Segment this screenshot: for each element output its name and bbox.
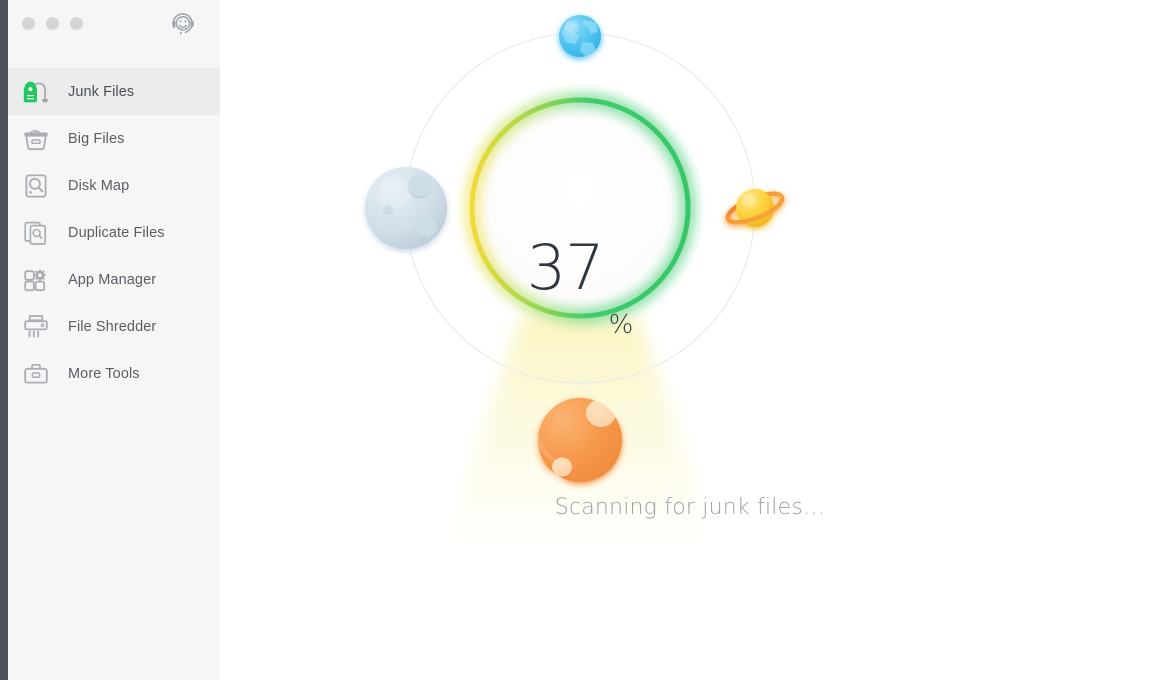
sidebar-item-label: Disk Map bbox=[68, 177, 130, 194]
sidebar-nav: Junk Files Big Files Disk Map Duplicate … bbox=[8, 68, 220, 397]
sidebar-item-app-manager[interactable]: App Manager bbox=[8, 256, 220, 303]
saturn-planet bbox=[725, 189, 785, 227]
sidebar-item-label: Junk Files bbox=[68, 83, 135, 100]
sidebar-item-junk-files[interactable]: Junk Files bbox=[8, 68, 220, 115]
sidebar-item-label: File Shredder bbox=[68, 318, 157, 335]
zoom-button[interactable] bbox=[70, 17, 83, 30]
scan-visualization: 37 % Scanning for junk files… bbox=[220, 0, 1160, 560]
minimize-button[interactable] bbox=[46, 17, 59, 30]
app-window: Junk Files Big Files Disk Map Duplicate … bbox=[0, 0, 1160, 680]
scan-status-text: Scanning for junk files… bbox=[554, 495, 826, 520]
toolbox-icon bbox=[20, 358, 52, 390]
sidebar-item-label: Big Files bbox=[68, 130, 125, 147]
traffic-lights bbox=[22, 17, 83, 30]
sidebar-item-label: More Tools bbox=[68, 365, 140, 382]
sidebar-item-more-tools[interactable]: More Tools bbox=[8, 350, 220, 397]
main-content: 37 % Scanning for junk files… bbox=[220, 0, 1160, 680]
titlebar bbox=[8, 0, 220, 68]
progress-ring bbox=[469, 97, 691, 319]
disk-magnifier-icon bbox=[20, 170, 52, 202]
window-edge-strip bbox=[0, 0, 8, 680]
vacuum-cleaner-icon bbox=[20, 76, 52, 108]
sidebar-item-label: App Manager bbox=[68, 271, 157, 288]
sidebar-item-file-shredder[interactable]: File Shredder bbox=[8, 303, 220, 350]
shredder-icon bbox=[20, 311, 52, 343]
earth-planet bbox=[559, 15, 601, 57]
support-button[interactable] bbox=[167, 8, 199, 40]
sidebar-item-duplicate-files[interactable]: Duplicate Files bbox=[8, 209, 220, 256]
sidebar-item-label: Duplicate Files bbox=[68, 224, 165, 241]
sidebar-item-big-files[interactable]: Big Files bbox=[8, 115, 220, 162]
support-smiley-icon bbox=[172, 13, 194, 36]
close-button[interactable] bbox=[22, 17, 35, 30]
scan-orbit-svg bbox=[365, 15, 785, 560]
sidebar: Junk Files Big Files Disk Map Duplicate … bbox=[0, 0, 220, 680]
basket-icon bbox=[20, 123, 52, 155]
app-grid-gear-icon bbox=[20, 264, 52, 296]
sidebar-item-disk-map[interactable]: Disk Map bbox=[8, 162, 220, 209]
moon-planet bbox=[365, 167, 447, 249]
duplicate-pages-icon bbox=[20, 217, 52, 249]
